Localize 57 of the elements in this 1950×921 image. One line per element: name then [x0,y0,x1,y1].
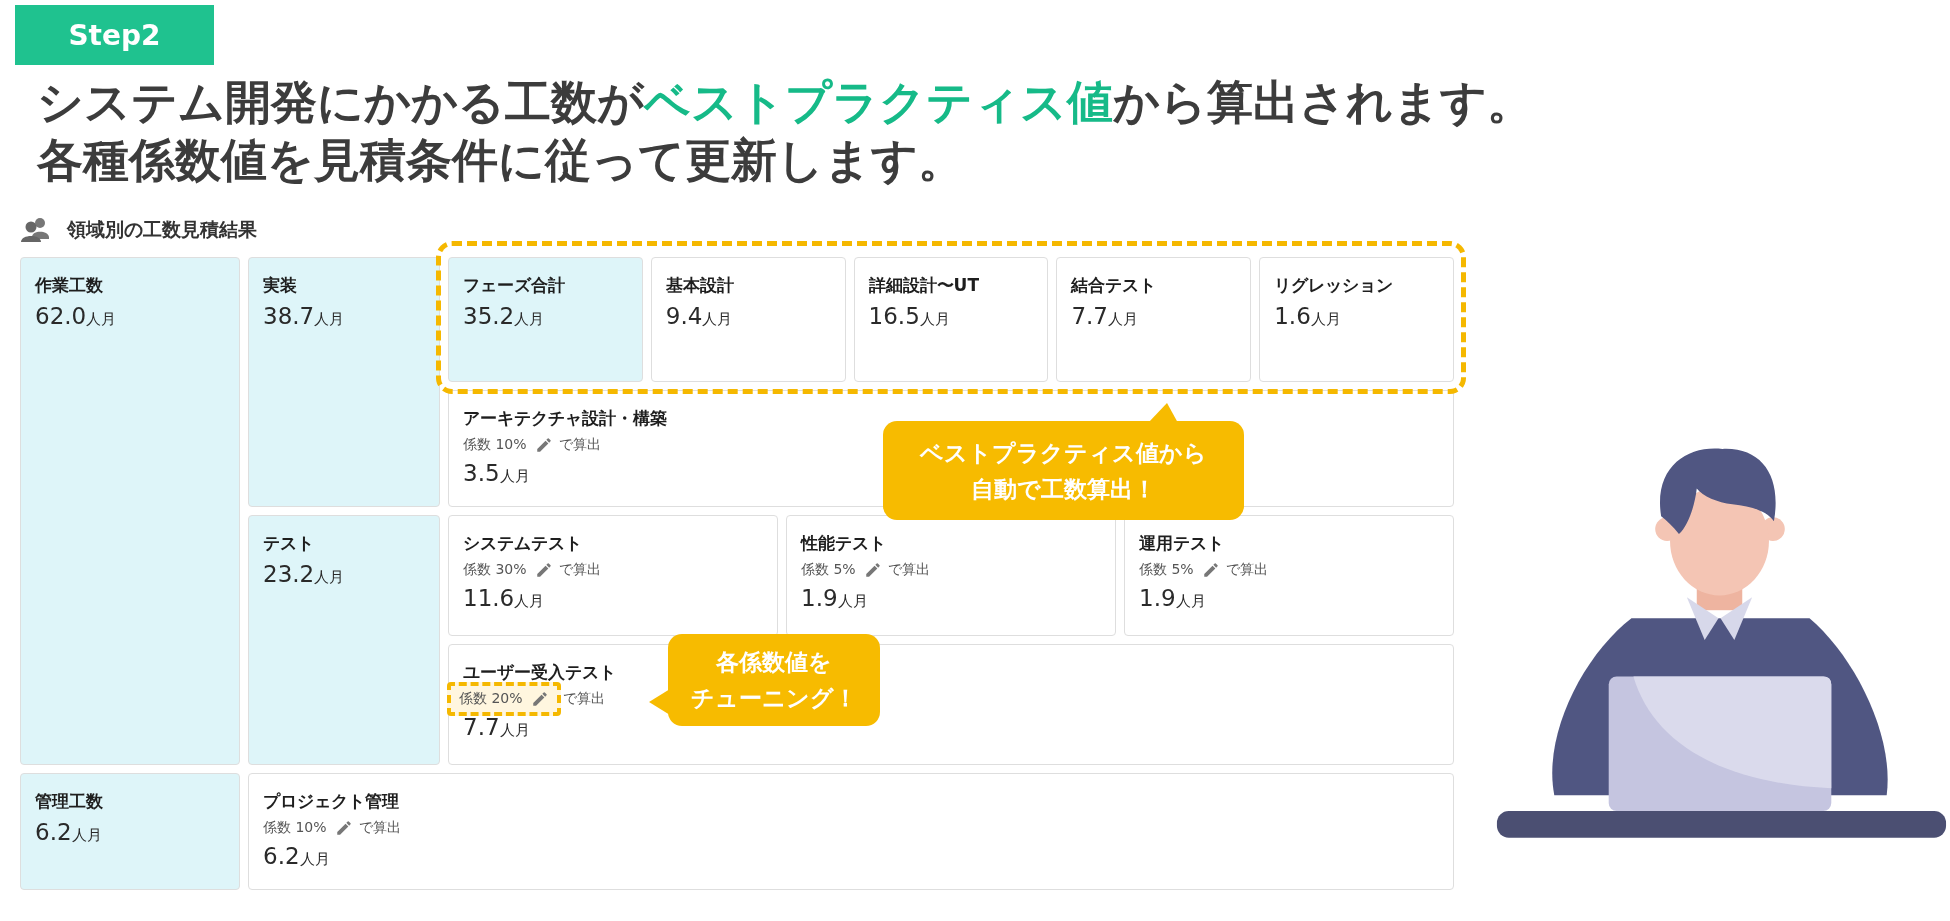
coefficient-text: 係数 10% [463,436,527,454]
headline-text: システム開発にかかる工数がベストプラクティス値から算出されます。 [37,74,1534,131]
effort-value: 7.7人月 [1071,303,1139,329]
item-title: ユーザー受入テスト [463,661,616,684]
edit-icon[interactable] [534,561,553,579]
effort-value: 7.7人月 [463,714,531,740]
step-badge: Step2 [15,5,214,65]
item-title: 運用テスト [1139,532,1224,555]
edit-icon[interactable] [534,436,553,454]
phase-title: 基本設計 [665,274,734,297]
effort-value: 38.7人月 [263,303,346,329]
effort-value: 9.4人月 [665,303,734,329]
effort-value: 23.2人月 [263,561,346,587]
edit-icon[interactable] [863,561,882,579]
section-title: 領域別の工数見積結果 [67,217,257,242]
calc-text: で算出 [1225,561,1268,579]
edit-icon[interactable] [1201,561,1220,579]
coefficient-text: 係数 10% [263,819,327,837]
item-title: プロジェクト管理 [263,790,399,813]
calc-text: で算出 [887,561,930,579]
effort-value: 1.9人月 [801,585,869,611]
coefficient-text: 係数 5% [1139,561,1194,579]
effort-value: 1.9人月 [1139,585,1207,611]
effort-value: 3.5人月 [463,460,531,486]
callout-text: 各係数値を [716,648,832,677]
calc-text: で算出 [562,690,605,708]
calc-text: で算出 [558,436,601,454]
edit-icon[interactable] [334,819,353,837]
calc-text: で算出 [558,561,601,579]
effort-value: 6.2人月 [263,843,331,869]
effort-value: 62.0人月 [35,303,118,329]
effort-value: 1.6人月 [1274,303,1342,329]
item-title: 性能テスト [801,532,886,555]
phase-title: 結合テスト [1071,274,1157,297]
coefficient-text: 係数 30% [463,561,527,579]
effort-value: 6.2人月 [35,819,103,845]
phase-title: フェーズ合計 [463,274,565,297]
phase-title: リグレッション [1274,274,1394,297]
coefficient-text: 係数 5% [801,561,856,579]
calc-text: で算出 [358,819,401,837]
item-title: システムテスト [463,532,582,555]
phase-title: 詳細設計〜UT [868,274,979,297]
item-title: アーキテクチャ設計・構築 [463,407,667,430]
headline-text: 各種係数値を見積条件に従って更新します。 [37,132,965,189]
callout-text: チューニング！ [691,684,857,713]
group-title: 実装 [263,274,297,297]
callout-text: 自動で工数算出！ [971,474,1156,504]
effort-value: 16.5人月 [868,303,951,329]
users-icon [21,217,51,243]
coefficient-text: 係数 20% [459,690,523,708]
summary-title: 作業工数 [35,274,103,297]
effort-value: 35.2人月 [463,303,546,329]
callout-text: ベストプラクティス値から [920,438,1207,468]
edit-icon[interactable] [530,690,549,708]
summary-title: 管理工数 [35,790,103,813]
group-title: テスト [263,532,314,555]
effort-value: 11.6人月 [463,585,546,611]
